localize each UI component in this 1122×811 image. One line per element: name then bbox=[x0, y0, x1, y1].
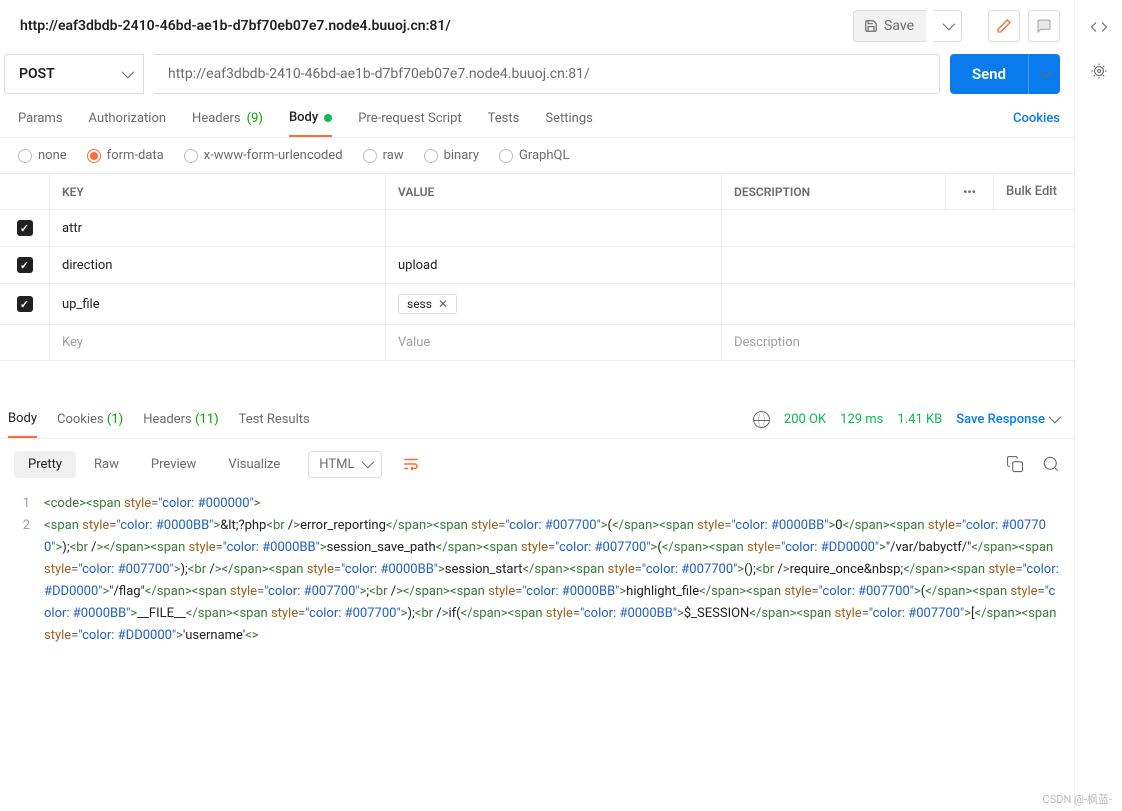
copy-icon[interactable] bbox=[1006, 455, 1024, 473]
status-time: 129 ms bbox=[840, 412, 883, 427]
network-icon[interactable] bbox=[753, 411, 770, 428]
tab-prerequest[interactable]: Pre-request Script bbox=[358, 111, 461, 136]
response-body-code[interactable]: 1<code><span style="color: #000000">2<sp… bbox=[0, 489, 1074, 651]
bodytype-binary[interactable]: binary bbox=[424, 148, 479, 163]
row-checkbox[interactable] bbox=[17, 220, 33, 236]
tab-body[interactable]: Body bbox=[289, 110, 332, 137]
col-key: KEY bbox=[50, 174, 386, 209]
body-changed-dot bbox=[324, 114, 332, 122]
tab-tests[interactable]: Tests bbox=[488, 111, 520, 136]
table-row: up_file sess ✕ bbox=[0, 284, 1074, 325]
file-remove-icon[interactable]: ✕ bbox=[438, 297, 448, 311]
col-value: VALUE bbox=[386, 174, 722, 209]
table-row: attr bbox=[0, 210, 1074, 247]
cell-key[interactable]: attr bbox=[50, 210, 386, 246]
save-options-chevron[interactable] bbox=[934, 10, 962, 42]
resp-tab-headers[interactable]: Headers (11) bbox=[143, 412, 218, 437]
cell-desc-ph[interactable]: Description bbox=[722, 325, 1074, 360]
cell-key[interactable]: direction bbox=[50, 247, 386, 283]
save-button[interactable]: Save bbox=[853, 10, 926, 42]
cell-value-ph[interactable]: Value bbox=[386, 325, 722, 360]
view-raw[interactable]: Raw bbox=[80, 451, 133, 478]
sidepanel-info-icon[interactable] bbox=[1090, 62, 1108, 80]
col-options[interactable]: ••• bbox=[946, 174, 994, 209]
resp-tab-cookies[interactable]: Cookies (1) bbox=[57, 412, 123, 437]
watermark: CSDN @-枫蓝- bbox=[1043, 791, 1112, 807]
url-input[interactable]: http://eaf3dbdb-2410-46bd-ae1b-d7bf70eb0… bbox=[154, 54, 940, 94]
bodytype-none[interactable]: none bbox=[18, 148, 67, 163]
tab-settings[interactable]: Settings bbox=[545, 111, 592, 136]
cell-key-ph[interactable]: Key bbox=[50, 325, 386, 360]
bodytype-graphql[interactable]: GraphQL bbox=[499, 148, 569, 163]
send-button[interactable]: Send bbox=[950, 54, 1028, 94]
cell-desc[interactable] bbox=[722, 210, 1074, 246]
status-size: 1.41 KB bbox=[897, 412, 942, 427]
bodytype-formdata[interactable]: form-data bbox=[87, 148, 164, 163]
tab-params[interactable]: Params bbox=[18, 111, 63, 136]
send-options-chevron[interactable] bbox=[1028, 54, 1060, 94]
cell-desc[interactable] bbox=[722, 247, 1074, 283]
save-label: Save bbox=[884, 18, 914, 34]
cookies-link[interactable]: Cookies bbox=[1013, 111, 1060, 136]
tab-authorization[interactable]: Authorization bbox=[89, 111, 167, 136]
file-chip-label: sess bbox=[407, 297, 432, 311]
form-data-grid: KEY VALUE DESCRIPTION ••• Bulk Edit attr… bbox=[0, 173, 1074, 361]
table-row: direction upload bbox=[0, 247, 1074, 284]
method-label: POST bbox=[19, 66, 55, 82]
col-description: DESCRIPTION bbox=[722, 174, 946, 209]
table-row-new[interactable]: Key Value Description bbox=[0, 325, 1074, 361]
view-pretty[interactable]: Pretty bbox=[14, 451, 76, 478]
row-checkbox[interactable] bbox=[17, 257, 33, 273]
row-checkbox[interactable] bbox=[17, 296, 33, 312]
wrap-lines-button[interactable] bbox=[396, 449, 426, 479]
cell-value[interactable] bbox=[386, 210, 722, 246]
method-select[interactable]: POST bbox=[4, 54, 144, 94]
bulk-edit-link[interactable]: Bulk Edit bbox=[994, 174, 1074, 209]
status-code: 200 OK bbox=[784, 412, 826, 427]
cell-value[interactable]: sess ✕ bbox=[386, 284, 722, 324]
tab-headers[interactable]: Headers (9) bbox=[192, 111, 263, 136]
view-visualize[interactable]: Visualize bbox=[214, 451, 294, 478]
resp-tab-body[interactable]: Body bbox=[8, 411, 37, 438]
bodytype-raw[interactable]: raw bbox=[363, 148, 404, 163]
resp-tab-tests[interactable]: Test Results bbox=[239, 412, 310, 437]
chevron-down-icon bbox=[122, 66, 131, 82]
cell-key[interactable]: up_file bbox=[50, 284, 386, 324]
cell-value[interactable]: upload bbox=[386, 247, 722, 283]
view-preview[interactable]: Preview bbox=[137, 451, 210, 478]
bodytype-xform[interactable]: x-www-form-urlencoded bbox=[184, 148, 343, 163]
sidepanel-code-icon[interactable] bbox=[1090, 18, 1108, 36]
request-title: http://eaf3dbdb-2410-46bd-ae1b-d7bf70eb0… bbox=[20, 18, 845, 34]
edit-button[interactable] bbox=[988, 10, 1020, 42]
lang-select[interactable]: HTML bbox=[308, 451, 382, 478]
search-icon[interactable] bbox=[1042, 455, 1060, 473]
cell-desc[interactable] bbox=[722, 284, 1074, 324]
comment-button[interactable] bbox=[1028, 10, 1060, 42]
save-response-link[interactable]: Save Response bbox=[956, 412, 1058, 427]
